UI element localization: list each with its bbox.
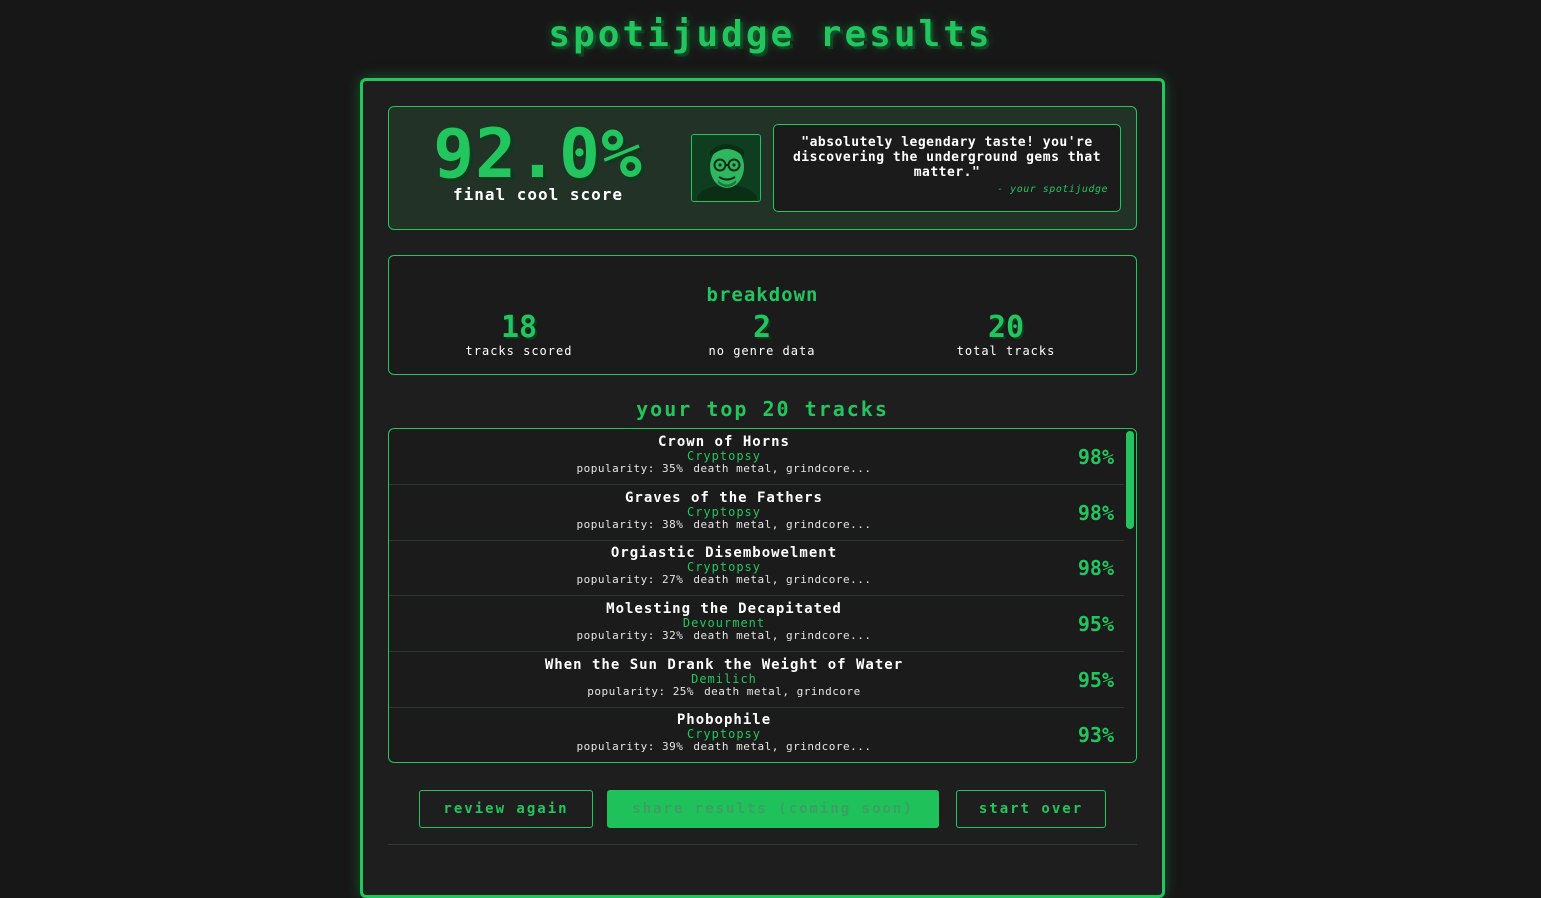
track-popularity: popularity: 27%	[576, 573, 684, 586]
start-over-button[interactable]: start over	[956, 790, 1106, 828]
track-genres: death metal, grindcore...	[693, 573, 872, 586]
stat-label: no genre data	[708, 344, 816, 358]
track-genres: death metal, grindcore...	[693, 518, 872, 531]
stat-label: tracks scored	[465, 344, 573, 358]
track-score: 93%	[1077, 723, 1114, 747]
track-genres: death metal, grindcore...	[693, 629, 872, 642]
share-results-button[interactable]: share results (coming soon)	[607, 790, 939, 828]
track-name: Crown of Horns	[657, 434, 790, 450]
track-meta: popularity: 25% death metal, grindcore	[389, 685, 1059, 698]
track-info: Orgiastic Disembowelment Cryptopsy popul…	[389, 545, 1059, 587]
track-popularity: popularity: 25%	[587, 685, 695, 698]
track-list-scrollbar[interactable]	[1124, 429, 1136, 762]
track-meta: popularity: 27% death metal, grindcore...	[389, 573, 1059, 586]
track-artist: Cryptopsy	[686, 727, 762, 741]
track-score: 95%	[1077, 668, 1114, 692]
stat-label: total tracks	[956, 344, 1056, 358]
review-again-button[interactable]: review again	[419, 790, 593, 828]
divider	[388, 844, 1137, 845]
track-meta: popularity: 38% death metal, grindcore...	[389, 518, 1059, 531]
track-name: Graves of the Fathers	[624, 490, 823, 506]
track-meta: popularity: 39% death metal, grindcore...	[389, 740, 1059, 753]
track-popularity: popularity: 32%	[576, 629, 684, 642]
track-row[interactable]: When the Sun Drank the Weight of Water D…	[389, 652, 1126, 708]
track-artist: Demilich	[691, 672, 757, 686]
track-row[interactable]: Phobophile Cryptopsy popularity: 39% deat…	[389, 707, 1126, 762]
track-score: 98%	[1077, 501, 1114, 525]
stat-tracks-scored: 18 tracks scored	[419, 310, 619, 359]
track-info: When the Sun Drank the Weight of Water D…	[389, 657, 1059, 699]
track-score: 98%	[1077, 556, 1114, 580]
final-score-value: 92.0%	[433, 115, 643, 194]
quote-text: "absolutely legendary taste! you're disc…	[792, 135, 1102, 180]
stat-no-genre-data: 2 no genre data	[662, 310, 862, 359]
track-genres: death metal, grindcore...	[693, 740, 872, 753]
track-list[interactable]: Crown of Horns Cryptopsy popularity: 35%…	[388, 428, 1137, 763]
final-score-label: final cool score	[452, 185, 624, 204]
track-info: Graves of the Fathers Cryptopsy populari…	[389, 490, 1059, 532]
stat-total-tracks: 20 total tracks	[906, 310, 1106, 359]
judge-quote: "absolutely legendary taste! you're disc…	[773, 124, 1121, 212]
track-row[interactable]: Crown of Horns Cryptopsy popularity: 35%…	[389, 429, 1126, 485]
track-artist: Devourment	[682, 616, 766, 630]
quote-attribution: - your spotijudge	[997, 184, 1108, 195]
track-genres: death metal, grindcore	[704, 685, 861, 698]
results-card: 92.0% final cool score "absolutely legen…	[360, 78, 1165, 898]
stat-value: 20	[987, 310, 1025, 345]
score-panel: 92.0% final cool score "absolutely legen…	[388, 106, 1137, 230]
track-info: Crown of Horns Cryptopsy popularity: 35%…	[389, 434, 1059, 476]
track-row[interactable]: Molesting the Decapitated Devourment pop…	[389, 596, 1126, 652]
judge-avatar	[691, 134, 761, 202]
track-meta: popularity: 32% death metal, grindcore...	[389, 629, 1059, 642]
track-artist: Cryptopsy	[686, 449, 762, 463]
track-popularity: popularity: 39%	[576, 740, 684, 753]
track-name: Orgiastic Disembowelment	[610, 545, 838, 561]
page-title: spotijudge results	[548, 14, 993, 55]
breakdown-title: breakdown	[706, 284, 819, 306]
breakdown-panel: breakdown 18 tracks scored 2 no genre da…	[388, 255, 1137, 375]
tracks-heading: your top 20 tracks	[636, 397, 889, 421]
track-name: Molesting the Decapitated	[606, 601, 842, 617]
track-row[interactable]: Orgiastic Disembowelment Cryptopsy popul…	[389, 540, 1126, 596]
judge-face-icon	[692, 135, 760, 201]
stat-value: 2	[752, 310, 772, 345]
track-info: Phobophile Cryptopsy popularity: 39% deat…	[389, 712, 1059, 754]
track-info: Molesting the Decapitated Devourment pop…	[389, 601, 1059, 643]
track-row[interactable]: Graves of the Fathers Cryptopsy populari…	[389, 485, 1126, 541]
track-artist: Cryptopsy	[686, 505, 762, 519]
track-meta: popularity: 35% death metal, grindcore...	[389, 462, 1059, 475]
track-name: Phobophile	[676, 712, 772, 728]
track-name: When the Sun Drank the Weight of Water	[544, 657, 904, 673]
track-genres: death metal, grindcore...	[693, 462, 872, 475]
track-score: 95%	[1077, 612, 1114, 636]
track-artist: Cryptopsy	[686, 560, 762, 574]
scrollbar-thumb[interactable]	[1126, 431, 1134, 529]
track-popularity: popularity: 38%	[576, 518, 684, 531]
track-popularity: popularity: 35%	[576, 462, 684, 475]
track-score: 98%	[1077, 445, 1114, 469]
stat-value: 18	[500, 310, 538, 345]
